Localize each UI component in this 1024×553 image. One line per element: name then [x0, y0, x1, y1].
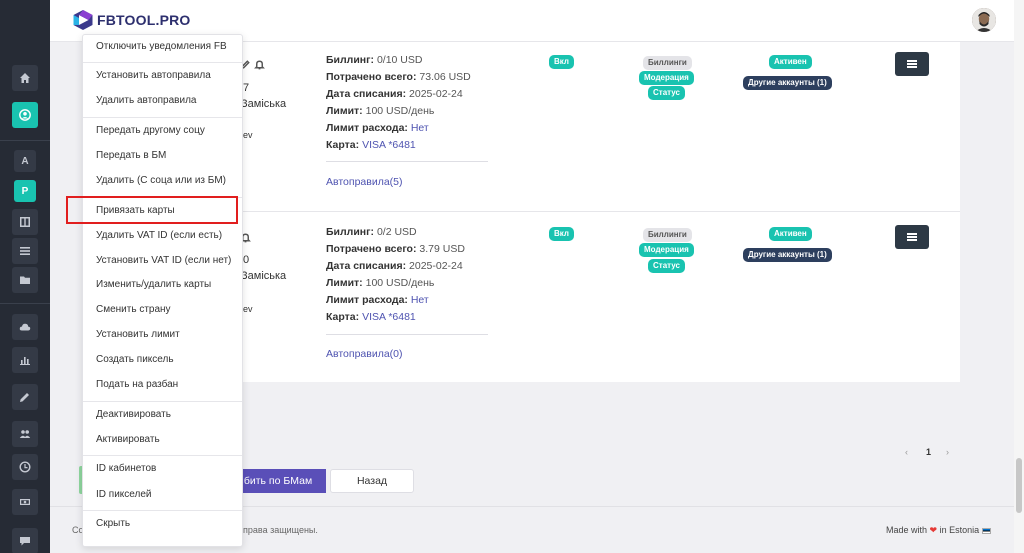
sidebar: A P: [0, 0, 50, 553]
autorules-link[interactable]: Автоправила(5): [326, 176, 403, 188]
menu-item-transfer-to-bm[interactable]: Передать в БМ: [83, 146, 242, 166]
active-badge: Активен: [769, 55, 812, 69]
sidebar-item-a[interactable]: A: [14, 150, 36, 172]
pagination-prev[interactable]: ‹: [905, 447, 908, 457]
status-on-badge[interactable]: Вкл: [549, 227, 574, 241]
cloud-upload-icon[interactable]: [12, 314, 38, 340]
billing-line: Биллинг: 0/10 USD: [326, 54, 423, 66]
scrollbar-thumb[interactable]: [1016, 458, 1022, 513]
row-fragment: 0: [243, 254, 250, 266]
table-icon[interactable]: [12, 209, 38, 235]
split-by-bm-button[interactable]: бить по БМам: [230, 469, 326, 493]
money-icon[interactable]: [12, 489, 38, 515]
moderation-badge[interactable]: Модерация: [639, 71, 694, 85]
user-circle-icon[interactable]: [12, 102, 38, 128]
autorules-link[interactable]: Автоправила(0): [326, 348, 403, 360]
row-fragment: ev: [243, 130, 253, 140]
other-accounts-badge[interactable]: Другие аккаунты (1): [743, 248, 832, 262]
sidebar-separator: [0, 140, 50, 141]
home-icon[interactable]: [12, 65, 38, 91]
logo[interactable]: FBTOOL.PRO: [72, 9, 191, 31]
charge-date-line: Дата списания: 2025-02-24: [326, 88, 463, 100]
menu-item-set-vat-id[interactable]: Установить VAT ID (если нет): [83, 251, 242, 271]
menu-separator: [83, 62, 242, 63]
logo-icon: [73, 10, 93, 30]
account-details: Биллинг: 0/10 USD Потрачено всего: 73.06…: [326, 52, 471, 154]
avatar[interactable]: [972, 8, 996, 32]
detail-divider: [326, 334, 488, 335]
row-fragment: Заміська: [241, 98, 287, 110]
heart-icon: ❤: [929, 525, 938, 535]
card-line: Карта: VISA *6481: [326, 311, 416, 323]
menu-item-account-ids[interactable]: ID кабинетов: [83, 459, 242, 479]
actions-menu-button[interactable]: [895, 225, 929, 249]
other-accounts-badge[interactable]: Другие аккаунты (1): [743, 76, 832, 90]
row-fragment: Заміська: [241, 270, 287, 282]
row-icons: [240, 59, 265, 73]
status-badge[interactable]: Статус: [648, 259, 685, 273]
menu-item-disable-fb-notifications[interactable]: Отключить уведомления FB: [83, 37, 242, 57]
chat-icon[interactable]: [12, 528, 38, 553]
menu-item-delete-autorules[interactable]: Удалить автоправила: [83, 91, 242, 111]
row-fragment: 7: [243, 82, 250, 94]
menu-item-set-autorules[interactable]: Установить автоправила: [83, 66, 242, 86]
menu-item-pixel-ids[interactable]: ID пикселей: [83, 485, 242, 505]
menu-item-remove-from-soc-or-bm[interactable]: Удалить (С соца или из БМ): [83, 171, 242, 191]
account-details: Биллинг: 0/2 USD Потрачено всего: 3.79 U…: [326, 224, 465, 326]
clock-icon[interactable]: [12, 454, 38, 480]
sidebar-separator: [0, 303, 50, 304]
limit-line: Лимит: 100 USD/день: [326, 105, 435, 117]
row-divider: [230, 211, 960, 212]
highlight-box: [66, 196, 238, 224]
card-line: Карта: VISA *6481: [326, 139, 416, 151]
menu-item-transfer-to-soc[interactable]: Передать другому соцу: [83, 121, 242, 141]
estonia-flag-icon: [981, 527, 991, 534]
pagination-next[interactable]: ›: [946, 447, 949, 457]
spent-line: Потрачено всего: 3.79 USD: [326, 243, 465, 255]
spent-line: Потрачено всего: 73.06 USD: [326, 71, 471, 83]
billing-badge[interactable]: Биллинги: [643, 228, 692, 242]
folder-icon[interactable]: [12, 267, 38, 293]
menu-item-appeal-ban[interactable]: Подать на разбан: [83, 375, 242, 395]
menu-item-delete-vat-id[interactable]: Удалить VAT ID (если есть): [83, 226, 242, 246]
spend-limit-line: Лимит расхода: Нет: [326, 122, 429, 134]
status-badge[interactable]: Статус: [648, 86, 685, 100]
hamburger-icon: [907, 233, 917, 241]
pagination-current[interactable]: 1: [926, 447, 931, 457]
menu-item-hide[interactable]: Скрыть: [83, 514, 242, 534]
menu-separator: [83, 401, 242, 402]
bar-chart-icon[interactable]: [12, 347, 38, 373]
active-badge: Активен: [769, 227, 812, 241]
actions-menu-button[interactable]: [895, 52, 929, 76]
menu-item-activate[interactable]: Активировать: [83, 430, 242, 450]
back-button[interactable]: Назад: [330, 469, 414, 493]
row-fragment: ev: [243, 304, 253, 314]
actions-dropdown-menu: Отключить уведомления FB Установить авто…: [82, 34, 243, 547]
detail-divider: [326, 161, 488, 162]
menu-item-create-pixel[interactable]: Создать пиксель: [83, 350, 242, 370]
logo-text: FBTOOL.PRO: [97, 12, 191, 28]
menu-separator: [83, 510, 242, 511]
billing-line: Биллинг: 0/2 USD: [326, 226, 417, 238]
list-icon[interactable]: [12, 238, 38, 264]
menu-separator: [83, 117, 242, 118]
menu-item-deactivate[interactable]: Деактивировать: [83, 405, 242, 425]
moderation-badge[interactable]: Модерация: [639, 243, 694, 257]
edit-icon[interactable]: [12, 384, 38, 410]
hamburger-icon: [907, 60, 917, 68]
billing-badge[interactable]: Биллинги: [643, 56, 692, 70]
menu-item-edit-cards[interactable]: Изменить/удалить карты: [83, 275, 242, 295]
menu-separator: [83, 455, 242, 456]
sidebar-item-p[interactable]: P: [14, 180, 36, 202]
bell-icon[interactable]: [254, 59, 265, 70]
menu-item-set-limit[interactable]: Установить лимит: [83, 325, 242, 345]
users-icon[interactable]: [12, 421, 38, 447]
footer-copyright: се права защищены.: [231, 525, 318, 535]
charge-date-line: Дата списания: 2025-02-24: [326, 260, 463, 272]
footer-made-with: Made with ❤ in Estonia: [886, 525, 991, 536]
spend-limit-line: Лимит расхода: Нет: [326, 294, 429, 306]
menu-item-change-country[interactable]: Сменить страну: [83, 300, 242, 320]
status-on-badge[interactable]: Вкл: [549, 55, 574, 69]
limit-line: Лимит: 100 USD/день: [326, 277, 435, 289]
